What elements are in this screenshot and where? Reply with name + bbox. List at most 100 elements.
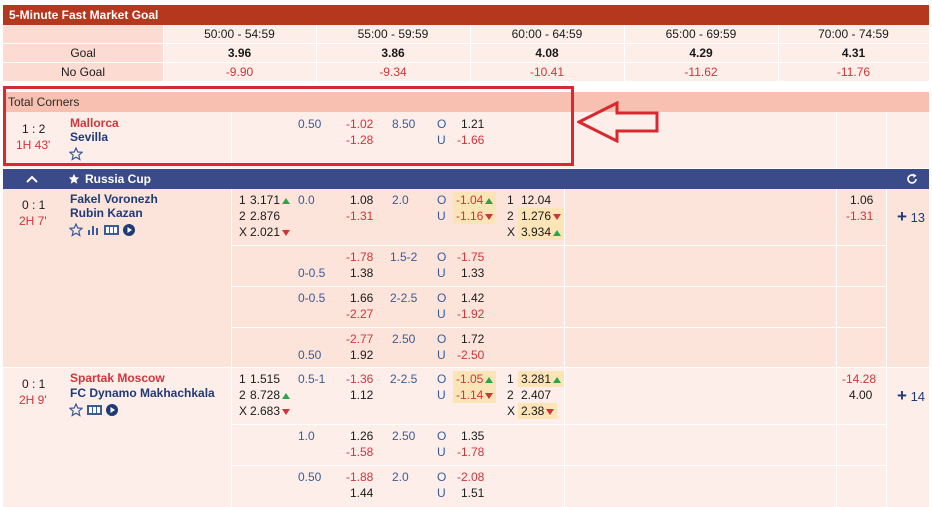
fh-draw-odd[interactable]: 3.934 (518, 224, 565, 240)
x12-draw-odd[interactable]: 2.021 (250, 224, 291, 240)
arrow-left-icon (577, 101, 659, 143)
goal-odd[interactable]: 3.96 (163, 44, 316, 62)
hdp-home-odd[interactable]: 1.26 (350, 428, 373, 444)
over-odd[interactable]: -2.08 (457, 469, 484, 485)
under-label: U (437, 348, 446, 362)
league-header[interactable]: Russia Cup (3, 169, 929, 189)
fh-home-odd[interactable]: 12.04 (521, 192, 551, 208)
scoreboard-icon[interactable] (104, 225, 119, 235)
over-odd[interactable]: 1.42 (461, 290, 484, 306)
under-label: U (437, 486, 446, 500)
hdp-home-odd[interactable]: -2.77 (346, 331, 373, 347)
over-odd[interactable]: 1.35 (461, 428, 484, 444)
fm-col-2: 55:00 - 59:59 (357, 27, 429, 41)
nogoal-odd[interactable]: -11.62 (624, 63, 778, 81)
under-label: U (437, 388, 446, 402)
chevron-up-icon[interactable] (26, 174, 38, 184)
extra-odd[interactable]: 1.06 (850, 192, 873, 208)
under-label: U (437, 445, 446, 459)
fh-label: X (507, 404, 516, 418)
extra-odd[interactable]: 4.00 (849, 387, 872, 403)
favorite-star-icon[interactable] (69, 223, 83, 237)
nogoal-odd[interactable]: -10.41 (470, 63, 624, 81)
hdp-home-odd[interactable]: -1.88 (346, 469, 373, 485)
fh-label: 1 (507, 372, 514, 386)
ou-line: 1.5-2 (390, 250, 418, 264)
under-odd[interactable]: -1.78 (457, 444, 484, 460)
fh-away-odd[interactable]: 2.407 (521, 387, 551, 403)
fh-home-odd[interactable]: 3.281 (518, 371, 565, 387)
scoreboard-icon[interactable] (87, 405, 102, 415)
star-icon (68, 173, 80, 184)
goal-label: Goal (3, 44, 163, 62)
under-odd[interactable]: -1.16 (453, 208, 497, 224)
match-score: 0 : 1 (22, 198, 46, 212)
over-label: O (437, 470, 447, 484)
hdp-home-odd[interactable]: -1.36 (346, 371, 373, 387)
over-label: O (437, 250, 447, 264)
under-label: U (437, 266, 446, 280)
ou-line: 2-2.5 (390, 291, 418, 305)
extra-odd[interactable]: -14.28 (842, 371, 876, 387)
hdp-home-odd[interactable]: -1.78 (346, 249, 373, 265)
under-odd[interactable]: -1.14 (453, 387, 497, 403)
x12-home-odd[interactable]: 1.515 (250, 371, 280, 387)
hdp-away-odd[interactable]: 1.38 (350, 265, 373, 281)
x12-label: 2 (239, 209, 246, 223)
refresh-icon[interactable] (906, 173, 918, 185)
fh-label: 2 (507, 209, 514, 223)
hdp-away-odd[interactable]: 1.92 (350, 347, 373, 363)
under-odd[interactable]: 1.51 (461, 485, 484, 501)
play-icon[interactable] (106, 404, 118, 416)
hdp-home-odd[interactable]: 1.66 (350, 290, 373, 306)
league-name: Russia Cup (85, 172, 152, 186)
hdp-away-odd[interactable]: -2.27 (346, 306, 373, 322)
nogoal-odd[interactable]: -9.90 (163, 63, 316, 81)
over-odd[interactable]: -1.75 (457, 249, 484, 265)
hdp-away-odd[interactable]: 1.44 (350, 485, 373, 501)
match-time: 2H 7' (19, 214, 47, 228)
nogoal-odd[interactable]: -11.76 (778, 63, 929, 81)
fh-away-odd[interactable]: 1.276 (518, 208, 565, 224)
match-time: 2H 9' (19, 393, 47, 407)
x12-label: 2 (239, 388, 246, 402)
play-icon[interactable] (123, 224, 135, 236)
hdp-line: 0-0.5 (298, 266, 326, 280)
hdp-away-odd[interactable]: -1.58 (346, 444, 373, 460)
over-label: O (437, 429, 447, 443)
nogoal-odd[interactable]: -9.34 (316, 63, 470, 81)
hdp-line: 0.5-1 (298, 372, 326, 386)
over-odd[interactable]: -1.04 (453, 192, 497, 208)
over-odd[interactable]: 1.72 (461, 331, 484, 347)
goal-odd[interactable]: 4.29 (624, 44, 778, 62)
goal-odd[interactable]: 4.08 (470, 44, 624, 62)
under-label: U (437, 307, 446, 321)
extra-odd[interactable]: -1.31 (846, 208, 873, 224)
goal-odd[interactable]: 3.86 (316, 44, 470, 62)
over-label: O (437, 332, 447, 346)
hdp-line: 0.50 (298, 470, 322, 484)
x12-home-odd[interactable]: 3.171 (250, 192, 291, 208)
goal-odd[interactable]: 4.31 (778, 44, 929, 62)
fh-draw-odd[interactable]: 2.38 (518, 403, 558, 419)
home-team: Spartak Moscow (70, 371, 165, 385)
fh-label: 1 (507, 193, 514, 207)
more-markets-button[interactable]: + 14 (897, 387, 925, 405)
fast-market-nogoal-row: No Goal -9.90 -9.34 -10.41 -11.62 -11.76 (3, 63, 929, 81)
x12-draw-odd[interactable]: 2.683 (250, 403, 291, 419)
hdp-away-odd[interactable]: -1.31 (346, 208, 373, 224)
highlight-box (3, 86, 574, 166)
fm-col-5: 70:00 - 74:59 (818, 27, 889, 41)
more-markets-button[interactable]: + 13 (897, 208, 925, 226)
fh-label: X (507, 225, 516, 239)
hdp-home-odd[interactable]: 1.08 (350, 192, 373, 208)
x12-away-odd[interactable]: 2.876 (250, 208, 280, 224)
under-odd[interactable]: -1.92 (457, 306, 484, 322)
over-odd[interactable]: -1.05 (453, 371, 497, 387)
stats-icon[interactable] (87, 224, 99, 236)
x12-away-odd[interactable]: 8.728 (250, 387, 291, 403)
under-odd[interactable]: 1.33 (461, 265, 484, 281)
hdp-away-odd[interactable]: 1.12 (350, 387, 373, 403)
favorite-star-icon[interactable] (69, 403, 83, 417)
under-odd[interactable]: -2.50 (457, 347, 484, 363)
